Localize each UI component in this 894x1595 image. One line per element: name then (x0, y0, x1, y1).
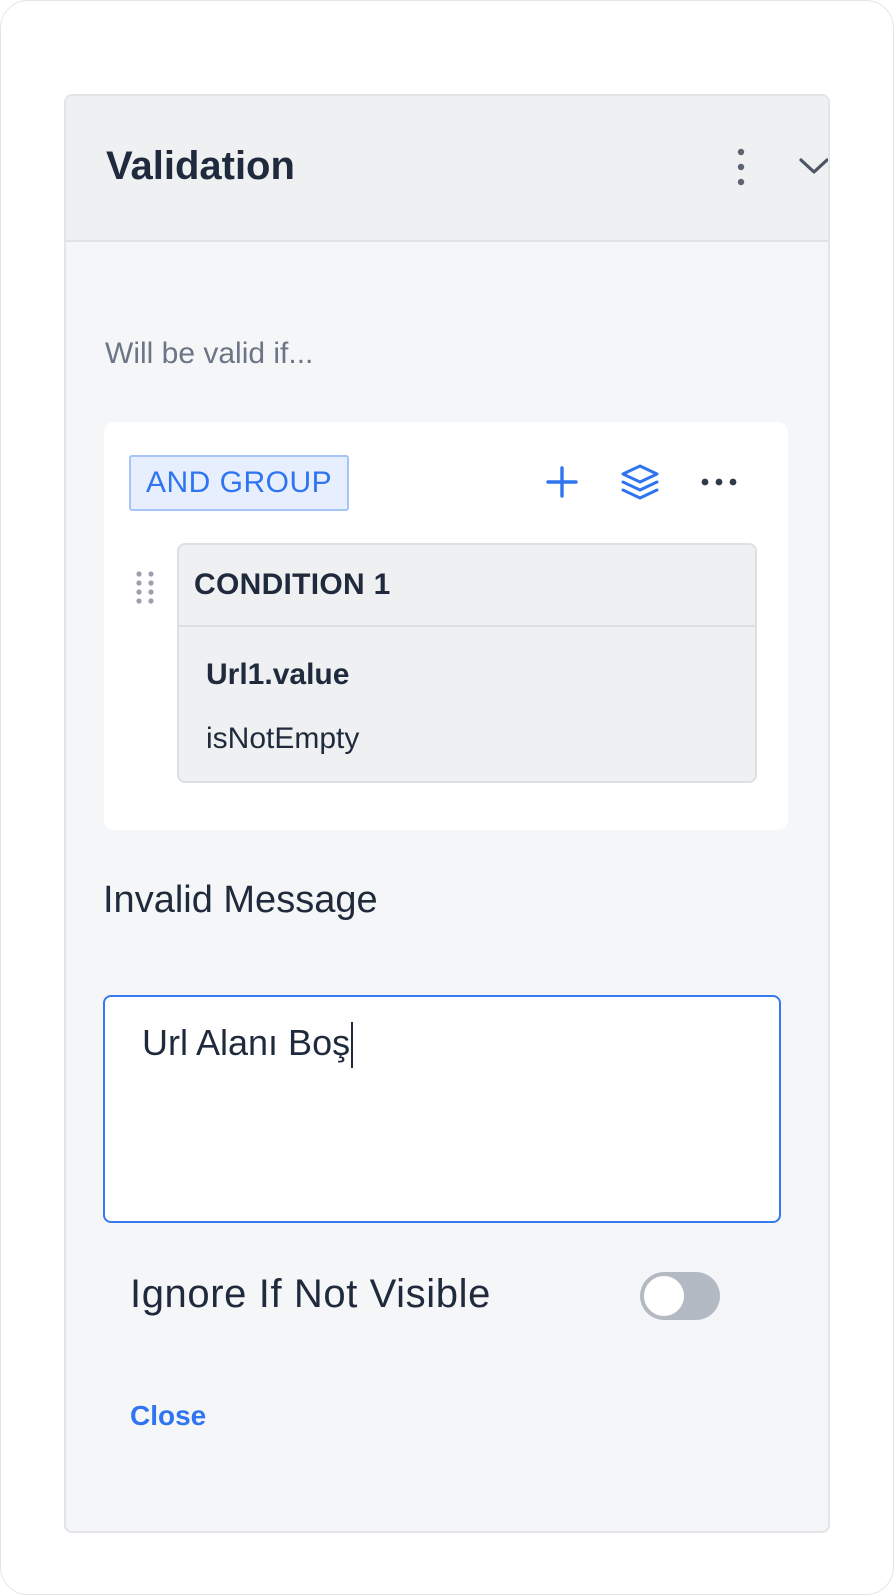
toggle-knob (644, 1276, 684, 1316)
more-horizontal-icon[interactable] (698, 464, 740, 500)
invalid-message-textarea[interactable]: Url Alanı Boş (103, 995, 781, 1223)
chevron-down-icon[interactable] (794, 146, 828, 186)
invalid-message-value: Url Alanı Boş (142, 1022, 351, 1063)
group-type-chip[interactable]: AND GROUP (129, 455, 350, 511)
ignore-if-not-visible-toggle[interactable] (640, 1272, 720, 1320)
condition-group: AND GROUP CONDITION 1 Url1.value isNotEm… (104, 422, 788, 830)
validation-panel: Validation Will be valid if... AND GROUP (64, 94, 830, 1533)
condition-card[interactable]: CONDITION 1 Url1.value isNotEmpty (177, 543, 757, 783)
text-caret (351, 1022, 354, 1069)
ignore-if-not-visible-label: Ignore If Not Visible (130, 1272, 491, 1316)
close-button[interactable]: Close (130, 1400, 206, 1432)
plus-icon[interactable] (542, 462, 582, 502)
layers-icon[interactable] (618, 460, 662, 504)
dialog-frame: Validation Will be valid if... AND GROUP (0, 0, 894, 1595)
condition-title: CONDITION 1 (179, 545, 755, 627)
invalid-message-label: Invalid Message (103, 879, 378, 921)
more-vertical-icon[interactable] (726, 144, 756, 190)
condition-field: Url1.value (206, 658, 350, 691)
rules-subtitle: Will be valid if... (105, 337, 314, 370)
condition-operator: isNotEmpty (206, 722, 360, 755)
panel-title: Validation (106, 144, 295, 188)
drag-handle-icon[interactable] (134, 570, 156, 604)
panel-header: Validation (66, 96, 828, 242)
